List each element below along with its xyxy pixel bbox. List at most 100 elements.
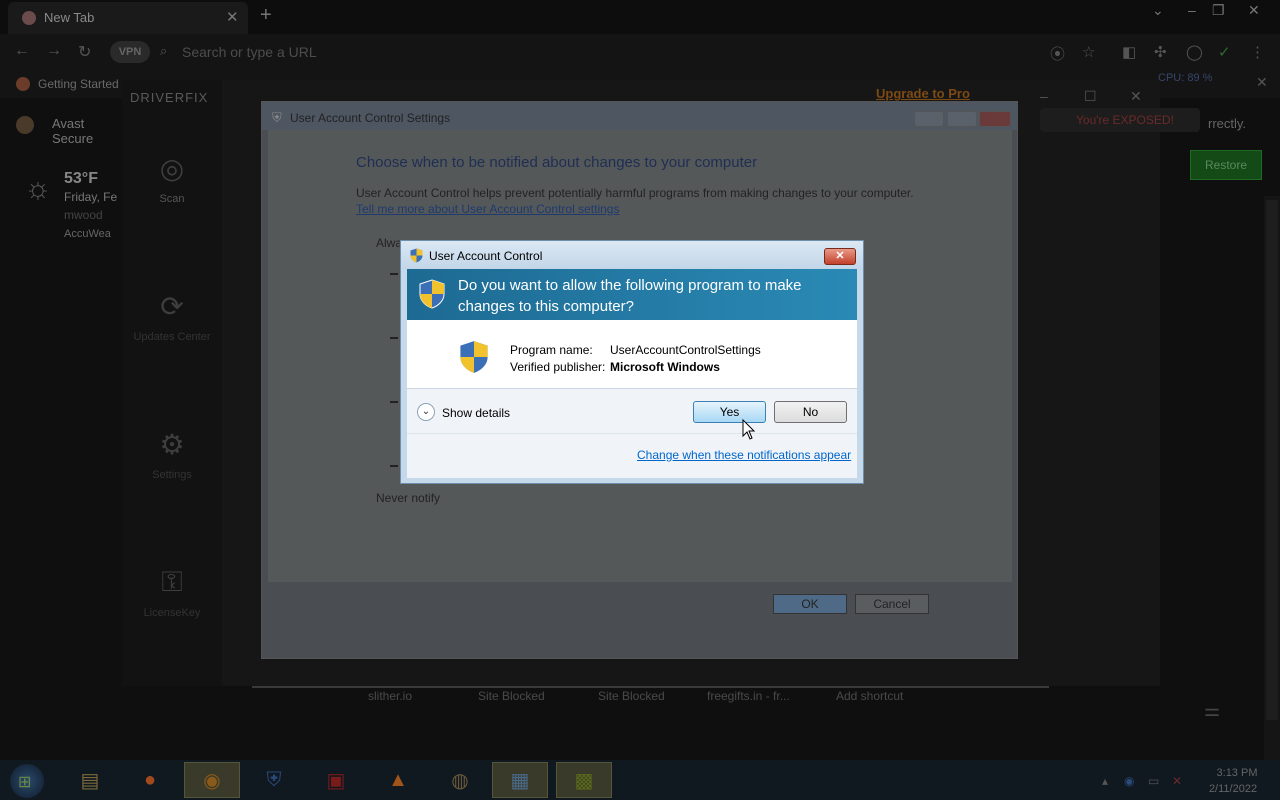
vlc-taskbar-icon[interactable]: ▲	[370, 762, 426, 798]
uacs-maximize-button[interactable]	[947, 111, 977, 127]
search-icon: ⌕	[160, 43, 168, 58]
bookmark-star-icon[interactable]: ☆	[1082, 43, 1095, 61]
uacs-close-button[interactable]	[979, 111, 1011, 127]
control-panel-taskbar-icon[interactable]: ▦	[492, 762, 548, 798]
shield-check-icon[interactable]: ✓	[1218, 43, 1231, 61]
clock-date[interactable]: 2/11/2022	[1200, 783, 1266, 795]
driverfix-logo: DRIVERFIX	[130, 90, 209, 105]
volume-muted-icon[interactable]: ✕	[1172, 774, 1182, 788]
back-icon[interactable]: ←	[14, 42, 30, 60]
minimize-icon[interactable]: –	[1188, 2, 1196, 18]
uac-settings-titlebar: ⛨ User Account Control Settings	[262, 102, 1017, 130]
bookmark-getting-started[interactable]: Getting Started	[38, 77, 119, 91]
tab-title: New Tab	[44, 10, 95, 25]
browser-tab[interactable]: New Tab ✕	[8, 2, 248, 34]
vpn-button[interactable]: VPN	[110, 41, 150, 63]
avast-taskbar-icon[interactable]: ◉	[184, 762, 240, 798]
uac-settings-description: User Account Control helps prevent poten…	[356, 186, 914, 200]
uac-learn-more-link[interactable]: Tell me more about User Account Control …	[356, 202, 619, 216]
customize-sliders-icon[interactable]: ⚌	[1204, 700, 1220, 721]
browser-logo-icon	[22, 11, 36, 25]
slider-tick	[390, 465, 398, 467]
chevron-down-icon[interactable]: ⌄	[417, 403, 435, 421]
tray-app-icon[interactable]: ◉	[1124, 774, 1134, 788]
publisher-value: Microsoft Windows	[610, 360, 720, 374]
browser-toolbar: ← → ↻ VPN ⌕ Search or type a URL ⦿ ☆ ◧ ✣…	[0, 34, 1280, 70]
location-icon[interactable]: ⦿	[1050, 43, 1065, 64]
shortcut-tile[interactable]: freegifts.in - fr...	[707, 689, 790, 703]
chrome-taskbar-icon[interactable]: ◍	[432, 762, 488, 798]
uacs-minimize-button[interactable]	[914, 111, 944, 127]
uac-question-banner: Do you want to allow the following progr…	[407, 269, 857, 320]
reload-icon[interactable]: ↻	[78, 42, 91, 62]
cancel-button[interactable]: Cancel	[855, 594, 929, 614]
firefox-icon	[16, 77, 30, 91]
nav-label: Updates Center	[133, 331, 211, 343]
mouse-cursor-icon	[742, 419, 756, 440]
df-minimize-icon[interactable]: –	[1040, 88, 1048, 104]
driverfix-nav-updates[interactable]: ⟳ Updates Center	[122, 290, 222, 343]
df-close-icon[interactable]: ✕	[1130, 88, 1142, 105]
notification-close-icon[interactable]: ✕	[1256, 74, 1268, 91]
restore-button[interactable]: Restore	[1190, 150, 1262, 180]
firefox-taskbar-icon[interactable]: ●	[122, 762, 178, 798]
publisher-label: Verified publisher:	[510, 360, 606, 374]
uac-close-button[interactable]: ✕	[824, 248, 856, 265]
refresh-icon: ⟳	[160, 291, 184, 322]
driverfix-nav-scan[interactable]: ◎ Scan	[122, 152, 222, 205]
extension-icon[interactable]: ◧	[1122, 43, 1136, 61]
uac-prompt-title: User Account Control	[429, 249, 543, 263]
profile-icon[interactable]: ◯	[1186, 43, 1203, 61]
always-notify-label: Alwa	[376, 236, 403, 250]
shortcut-tile[interactable]: Site Blocked	[598, 689, 665, 703]
weather-source[interactable]: AccuWea	[64, 228, 111, 240]
never-notify-label: Never notify	[376, 491, 441, 505]
program-name-value: UserAccountControlSettings	[610, 343, 761, 357]
driverfix-nav-license[interactable]: ⚿ LicenseKey	[122, 566, 222, 619]
shortcut-tile[interactable]: Site Blocked	[478, 689, 545, 703]
cpu-usage: CPU: 89 %	[1158, 72, 1213, 84]
program-shield-icon	[459, 340, 489, 374]
file-explorer-icon[interactable]: ▤	[62, 762, 118, 798]
scrollbar-thumb[interactable]	[1266, 200, 1278, 720]
scan-icon: ◎	[159, 153, 185, 184]
df-maximize-icon[interactable]: ☐	[1084, 88, 1097, 105]
shortcut-tile[interactable]: slither.io	[368, 689, 412, 703]
uac-shield-icon	[419, 277, 445, 311]
new-tab-icon[interactable]: +	[260, 4, 272, 27]
windows-logo-icon: ⊞	[18, 774, 32, 791]
ok-button[interactable]: OK	[773, 594, 847, 614]
status-text: rrectly.	[1208, 116, 1247, 131]
network-icon[interactable]: ▭	[1148, 774, 1159, 788]
no-button[interactable]: No	[774, 401, 847, 423]
vpn-shield-taskbar-icon[interactable]: ⛨	[246, 762, 302, 798]
clock-time[interactable]: 3:13 PM	[1208, 767, 1266, 779]
puzzle-icon[interactable]: ✣	[1154, 43, 1167, 61]
uac-content: Program name: UserAccountControlSettings…	[407, 320, 857, 478]
nav-label: Scan	[159, 193, 185, 205]
weather-location: mwood	[64, 208, 103, 222]
browser-menu-icon[interactable]: ⌄	[1152, 2, 1164, 19]
app-taskbar-icon[interactable]: ▩	[556, 762, 612, 798]
driverfix-nav-settings[interactable]: ⚙ Settings	[122, 428, 222, 481]
show-details-toggle[interactable]: Show details	[442, 406, 510, 420]
avast-icon	[16, 116, 34, 134]
tray-expand-icon[interactable]: ▴	[1102, 774, 1108, 788]
restore-icon[interactable]: ❐	[1212, 2, 1225, 19]
address-bar[interactable]: Search or type a URL	[182, 44, 317, 60]
avast-secure-link[interactable]: Avast Secure	[0, 106, 125, 146]
slider-tick	[390, 273, 398, 275]
recorder-taskbar-icon[interactable]: ▣	[308, 762, 364, 798]
nav-label: LicenseKey	[143, 607, 201, 619]
more-menu-icon[interactable]: ⋮	[1250, 43, 1265, 61]
browser-tab-bar: New Tab ✕ + ⌄ – ❐ ✕	[0, 0, 1280, 34]
upgrade-to-pro-link[interactable]: Upgrade to Pro	[876, 86, 970, 101]
change-notifications-link[interactable]: Change when these notifications appear	[637, 448, 851, 462]
exposed-text: You're EXPOSED!	[1076, 113, 1174, 127]
close-icon[interactable]: ✕	[1248, 2, 1260, 19]
shield-icon	[410, 248, 423, 266]
tab-close-icon[interactable]: ✕	[226, 8, 239, 26]
add-shortcut-tile[interactable]: Add shortcut	[836, 689, 903, 703]
forward-icon[interactable]: →	[46, 42, 62, 60]
shield-icon: ⛨	[272, 110, 282, 125]
